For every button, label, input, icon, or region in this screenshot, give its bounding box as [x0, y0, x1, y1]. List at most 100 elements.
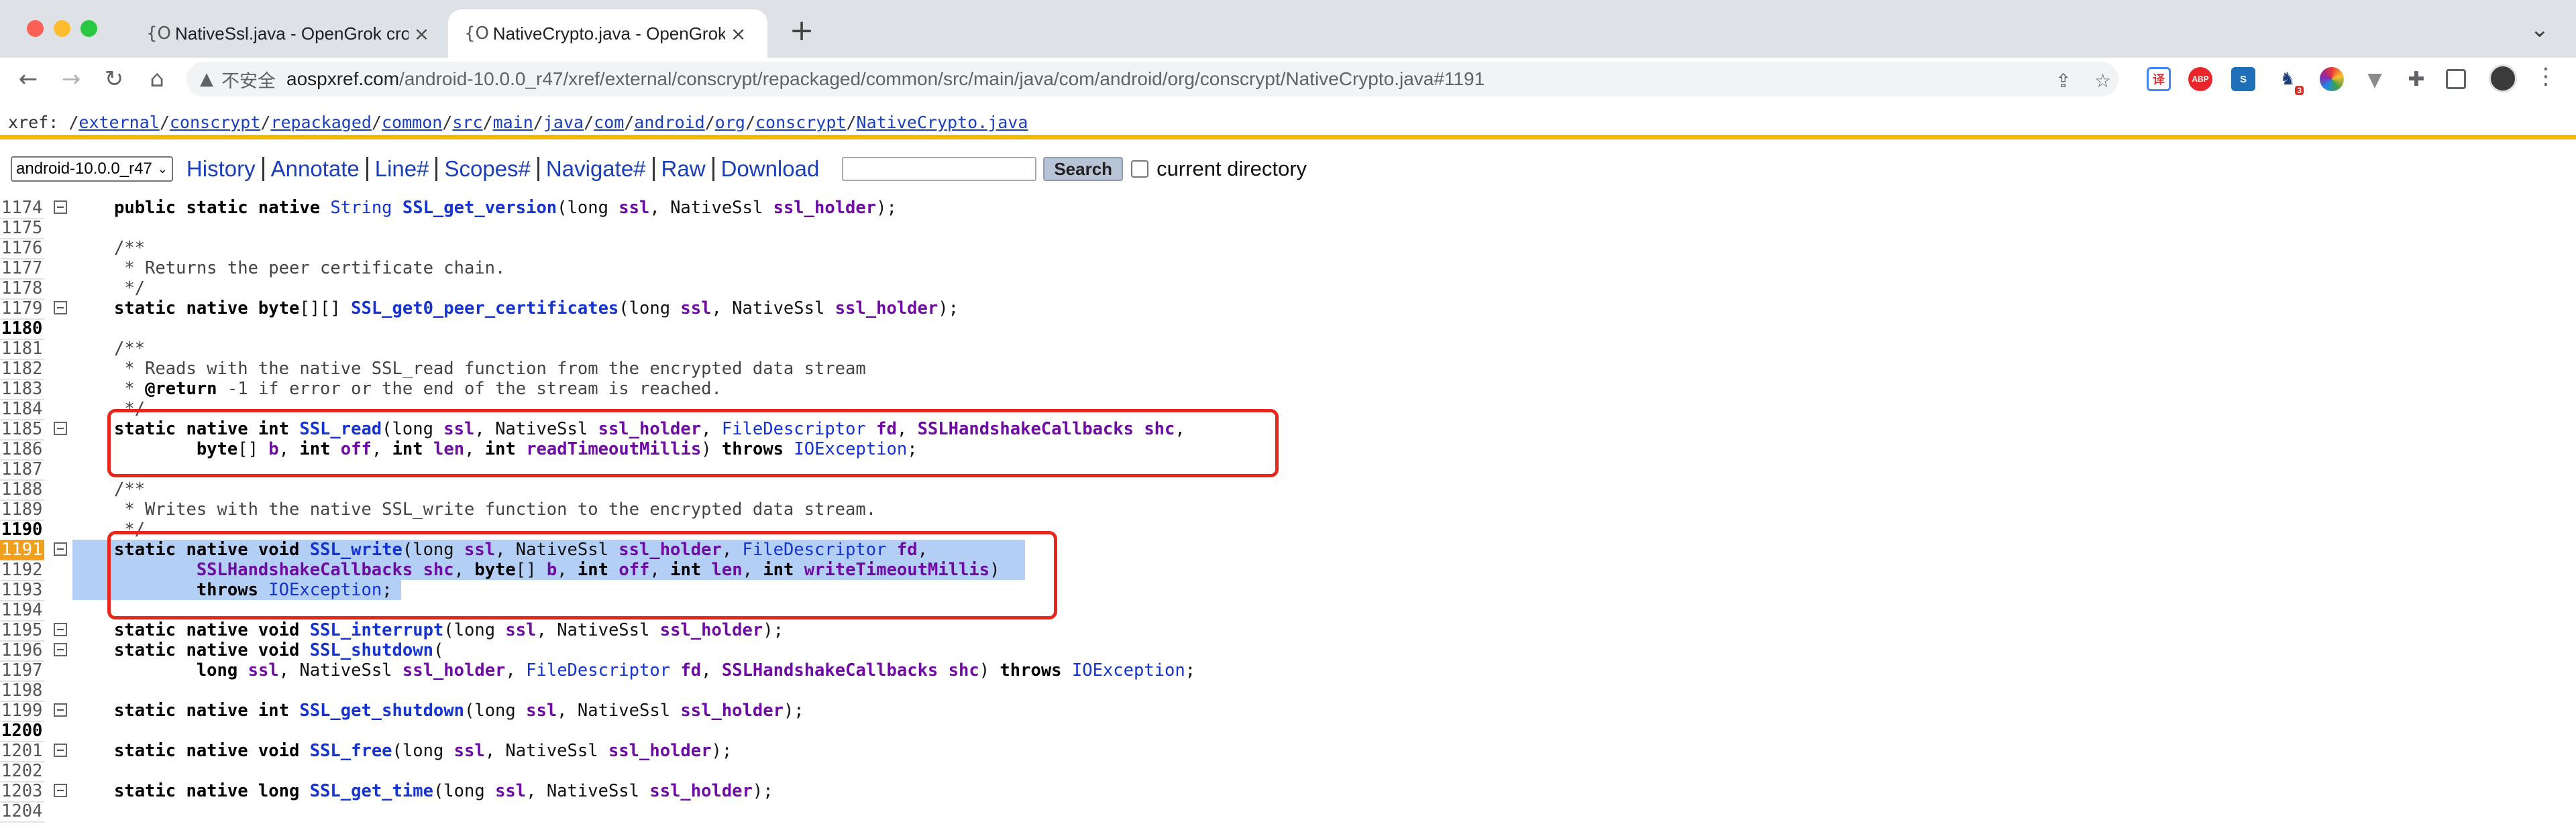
line-number[interactable]: 1187 — [0, 459, 44, 481]
line-number[interactable]: 1193 — [0, 580, 44, 601]
function-name-link[interactable]: SSL_get0_peer_certificates — [351, 298, 619, 318]
history-link[interactable]: History — [186, 157, 262, 181]
line-number[interactable]: 1174 — [0, 198, 44, 219]
close-window-button[interactable] — [27, 20, 44, 37]
function-name-link[interactable]: SSL_get_time — [310, 781, 433, 801]
line-number[interactable]: 1201 — [0, 741, 44, 762]
raw-link[interactable]: Raw — [652, 157, 712, 181]
current-directory-checkbox[interactable] — [1131, 160, 1149, 178]
line-number[interactable]: 1189 — [0, 499, 44, 521]
line-number[interactable]: 1190 — [0, 520, 44, 541]
color-extension-icon[interactable] — [2320, 67, 2344, 91]
line-number[interactable]: 1179 — [0, 298, 44, 320]
identifier-link[interactable]: ssl_holder — [608, 741, 712, 761]
line-number[interactable]: 1197 — [0, 660, 44, 682]
type-link[interactable]: FileDescriptor — [526, 660, 680, 681]
reload-button[interactable]: ↻ — [98, 63, 130, 95]
breadcrumb-link[interactable]: external — [78, 113, 159, 132]
function-name-link[interactable]: SSL_interrupt — [310, 620, 444, 640]
identifier-link[interactable]: ssl_holder — [660, 620, 763, 640]
scopes-link[interactable]: Scopes# — [435, 157, 537, 181]
tab-search-chevron-icon[interactable]: ⌄ — [2530, 16, 2550, 43]
function-name-link[interactable]: SSL_shutdown — [310, 640, 433, 660]
line-number[interactable]: 1195 — [0, 620, 44, 642]
line-number[interactable]: 1188 — [0, 479, 44, 501]
breadcrumb-link[interactable]: org — [715, 113, 745, 132]
identifier-link[interactable]: ssl_holder — [649, 781, 753, 801]
bookmark-star-icon[interactable]: ☆ — [2094, 70, 2111, 92]
version-select[interactable]: android-10.0.0_r47 ⌄ — [11, 156, 173, 182]
breadcrumb-link[interactable]: repackaged — [270, 113, 372, 132]
vee-extension-icon[interactable]: ▼ — [2363, 67, 2387, 91]
address-bar[interactable]: ▲ 不安全 aospxref.com/android-10.0.0_r47/xr… — [186, 62, 2118, 97]
tab-nativecrypto[interactable]: {O NativeCrypto.java - OpenGrok × — [448, 9, 767, 58]
fold-toggle-icon[interactable] — [54, 200, 67, 214]
breadcrumb-link[interactable]: com — [594, 113, 624, 132]
fold-toggle-icon[interactable] — [54, 784, 67, 797]
line-number[interactable]: 1186 — [0, 439, 44, 461]
identifier-link[interactable]: ssl — [454, 741, 485, 761]
identifier-link[interactable]: ssl — [619, 198, 649, 218]
share-icon[interactable]: ⇪ — [2055, 70, 2071, 92]
identifier-link[interactable]: ssl — [505, 620, 536, 640]
annotate-link[interactable]: Annotate — [262, 157, 366, 181]
fold-toggle-icon[interactable] — [54, 744, 67, 757]
navigate-link[interactable]: Navigate# — [537, 157, 653, 181]
line-number[interactable]: 1203 — [0, 781, 44, 803]
breadcrumb-link[interactable]: main — [493, 113, 533, 132]
fold-toggle-icon[interactable] — [54, 301, 67, 314]
translate-icon[interactable]: 译 — [2147, 67, 2171, 91]
breadcrumb-link[interactable]: java — [543, 113, 584, 132]
line-number[interactable]: 1199 — [0, 701, 44, 722]
type-link[interactable]: IOException — [1072, 660, 1185, 681]
badge-extension-icon[interactable]: ♞ 3 — [2275, 67, 2304, 95]
tab-nativessl[interactable]: {O NativeSsl.java - OpenGrok cross × — [130, 9, 451, 58]
line-number[interactable]: 1194 — [0, 600, 44, 622]
home-button[interactable]: ⌂ — [141, 63, 173, 95]
function-name-link[interactable]: SSL_free — [310, 741, 392, 761]
line-number[interactable]: 1204 — [0, 801, 44, 823]
breadcrumb-link[interactable]: common — [382, 113, 442, 132]
line-numbers-link[interactable]: Line# — [366, 157, 436, 181]
breadcrumb-link[interactable]: NativeCrypto.java — [857, 113, 1028, 132]
url-text[interactable]: aospxref.com/android-10.0.0_r47/xref/ext… — [286, 68, 1485, 90]
line-number[interactable]: 1175 — [0, 218, 44, 239]
line-number[interactable]: 1192 — [0, 560, 44, 581]
close-tab-icon[interactable]: × — [409, 23, 435, 45]
new-tab-button[interactable]: + — [785, 15, 818, 47]
line-number[interactable]: 1185 — [0, 419, 44, 440]
identifier-link[interactable]: ssl_holder — [680, 701, 784, 721]
puzzle-extensions-icon[interactable]: ✚ — [2404, 67, 2428, 91]
fold-toggle-icon[interactable] — [54, 703, 67, 717]
breadcrumb-link[interactable]: conscrypt — [755, 113, 846, 132]
line-number[interactable]: 1177 — [0, 258, 44, 280]
breadcrumb-link[interactable]: android — [634, 113, 704, 132]
breadcrumb-link[interactable]: conscrypt — [170, 113, 260, 132]
function-name-link[interactable]: SSL_get_version — [402, 198, 557, 218]
line-number[interactable]: 1183 — [0, 379, 44, 400]
fold-toggle-icon[interactable] — [54, 643, 67, 656]
function-name-link[interactable]: SSL_get_shutdown — [299, 701, 464, 721]
identifier-link[interactable]: ssl — [526, 701, 557, 721]
s-extension-icon[interactable]: S — [2231, 67, 2255, 91]
search-input[interactable] — [842, 157, 1037, 181]
line-number[interactable]: 1198 — [0, 681, 44, 702]
adblock-icon[interactable]: ABP — [2188, 67, 2212, 91]
line-number[interactable]: 1182 — [0, 359, 44, 380]
minimize-window-button[interactable] — [54, 20, 70, 37]
line-number[interactable]: 1184 — [0, 399, 44, 420]
back-button[interactable]: ← — [12, 63, 44, 95]
forward-button[interactable]: → — [55, 63, 87, 95]
identifier-link[interactable]: ssl_holder — [835, 298, 938, 318]
fold-toggle-icon[interactable] — [54, 623, 67, 636]
line-number[interactable]: 1181 — [0, 339, 44, 360]
breadcrumb-link[interactable]: src — [452, 113, 482, 132]
type-link[interactable]: String — [330, 198, 402, 218]
identifier-link[interactable]: ssl — [248, 660, 279, 681]
profile-avatar[interactable] — [2489, 64, 2517, 93]
line-number[interactable]: 1200 — [0, 721, 44, 742]
warning-triangle-icon[interactable]: ▲ — [200, 69, 213, 89]
line-number[interactable]: 1176 — [0, 238, 44, 259]
fold-toggle-icon[interactable] — [54, 422, 67, 435]
maximize-window-button[interactable] — [80, 20, 97, 37]
